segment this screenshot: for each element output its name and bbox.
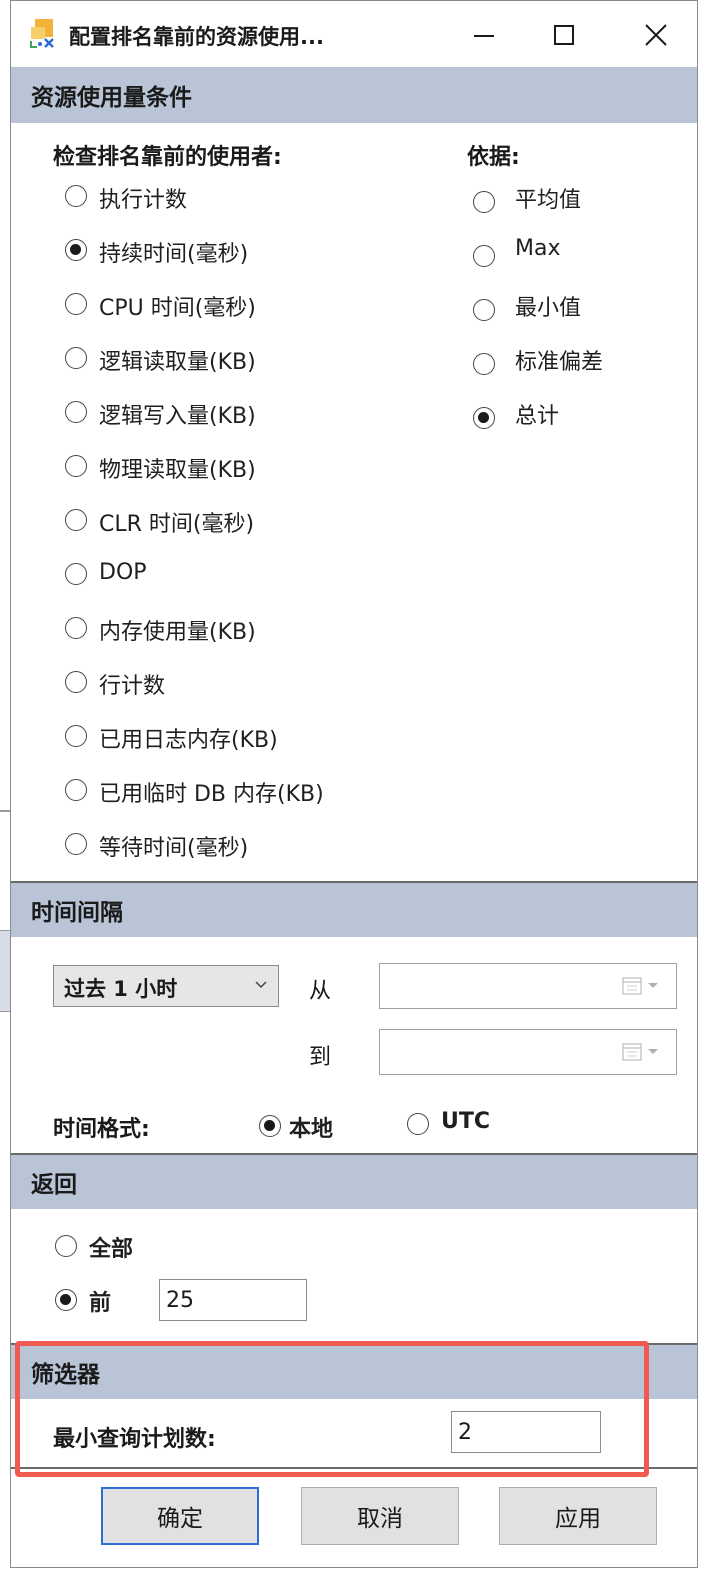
metric-radio[interactable] [65, 725, 87, 747]
return-top-label: 前 [89, 1291, 112, 1316]
time-interval-dropdown[interactable]: 过去 1 小时 [53, 965, 279, 1007]
basis-radio[interactable] [473, 299, 495, 321]
to-label: 到 [309, 1045, 332, 1070]
basis-radio-label: 标准偏差 [515, 350, 604, 375]
metric-radio[interactable] [65, 563, 87, 585]
time-format-utc-radio[interactable] [407, 1113, 429, 1135]
section-header-return: 返回 [11, 1155, 697, 1209]
metric-radio-label: CPU 时间(毫秒) [99, 296, 256, 321]
time-format-local-radio[interactable] [259, 1115, 281, 1137]
return-top-count-input[interactable]: 25 [159, 1279, 307, 1321]
metric-radio[interactable] [65, 833, 87, 855]
basis-radio-label: 总计 [515, 404, 560, 429]
title-bar[interactable]: 配置排名靠前的资源使用... [11, 1, 697, 68]
minimize-button[interactable] [457, 13, 511, 57]
section-header-resource: 资源使用量条件 [11, 67, 697, 123]
apply-button[interactable]: 应用 [499, 1487, 657, 1545]
basis-radio-label: Max [515, 236, 561, 261]
app-icon [30, 19, 54, 48]
from-date-field[interactable] [379, 963, 677, 1009]
metric-radio[interactable] [65, 293, 87, 315]
metric-radio-label: 物理读取量(KB) [99, 458, 256, 483]
close-icon [645, 24, 667, 46]
return-top-radio[interactable] [55, 1289, 77, 1311]
metric-radio-label: 行计数 [99, 674, 166, 699]
background-window-fragment [0, 810, 10, 812]
chevron-down-icon [255, 981, 267, 989]
return-all-label: 全部 [89, 1237, 134, 1262]
metric-radio[interactable] [65, 671, 87, 693]
metric-radio-label: DOP [99, 560, 147, 585]
check-top-consumers-label: 检查排名靠前的使用者: [53, 145, 282, 170]
basis-radio[interactable] [473, 353, 495, 375]
basis-radio[interactable] [473, 245, 495, 267]
metric-radio-label: 等待时间(毫秒) [99, 836, 249, 861]
metric-radio[interactable] [65, 455, 87, 477]
metric-radio-label: 已用日志内存(KB) [99, 728, 278, 753]
metric-radio[interactable] [65, 347, 87, 369]
configure-top-resource-dialog: 配置排名靠前的资源使用... 资源使用量条件 检查排名靠前的使用者: 依据: 执… [10, 0, 698, 1568]
basis-radio[interactable] [473, 407, 495, 429]
metric-radio-label: 逻辑读取量(KB) [99, 350, 256, 375]
highlight-annotation [15, 1341, 649, 1477]
return-all-radio[interactable] [55, 1235, 77, 1257]
maximize-icon [554, 25, 574, 45]
time-interval-value: 过去 1 小时 [64, 977, 178, 1001]
metric-radio[interactable] [65, 239, 87, 261]
background-window-fragment [0, 930, 10, 1012]
metric-radio[interactable] [65, 401, 87, 423]
section-header-interval: 时间间隔 [11, 883, 697, 937]
ok-button[interactable]: 确定 [101, 1487, 259, 1545]
metric-radio[interactable] [65, 509, 87, 531]
metric-radio-label: CLR 时间(毫秒) [99, 512, 255, 537]
maximize-button[interactable] [537, 13, 591, 57]
time-format-utc-label: UTC [441, 1109, 491, 1134]
metric-radio[interactable] [65, 617, 87, 639]
time-format-label: 时间格式: [53, 1117, 150, 1142]
from-label: 从 [309, 979, 332, 1004]
metric-radio-label: 逻辑写入量(KB) [99, 404, 256, 429]
metric-radio[interactable] [65, 185, 87, 207]
close-button[interactable] [629, 13, 683, 57]
window-title: 配置排名靠前的资源使用... [69, 25, 324, 49]
to-date-field[interactable] [379, 1029, 677, 1075]
calendar-icon [622, 977, 658, 995]
basis-radio[interactable] [473, 191, 495, 213]
time-format-local-label: 本地 [289, 1117, 334, 1142]
basis-radio-label: 平均值 [515, 188, 582, 213]
basis-radio-label: 最小值 [515, 296, 582, 321]
metric-radio-label: 内存使用量(KB) [99, 620, 256, 645]
metric-radio-label: 执行计数 [99, 188, 188, 213]
calendar-icon [622, 1043, 658, 1061]
minimize-icon [474, 35, 494, 37]
metric-radio-label: 持续时间(毫秒) [99, 242, 249, 267]
basis-label: 依据: [467, 145, 520, 170]
metric-radio-label: 已用临时 DB 内存(KB) [99, 782, 324, 807]
cancel-button[interactable]: 取消 [301, 1487, 459, 1545]
background-window-fragment [0, 1100, 10, 1230]
metric-radio[interactable] [65, 779, 87, 801]
